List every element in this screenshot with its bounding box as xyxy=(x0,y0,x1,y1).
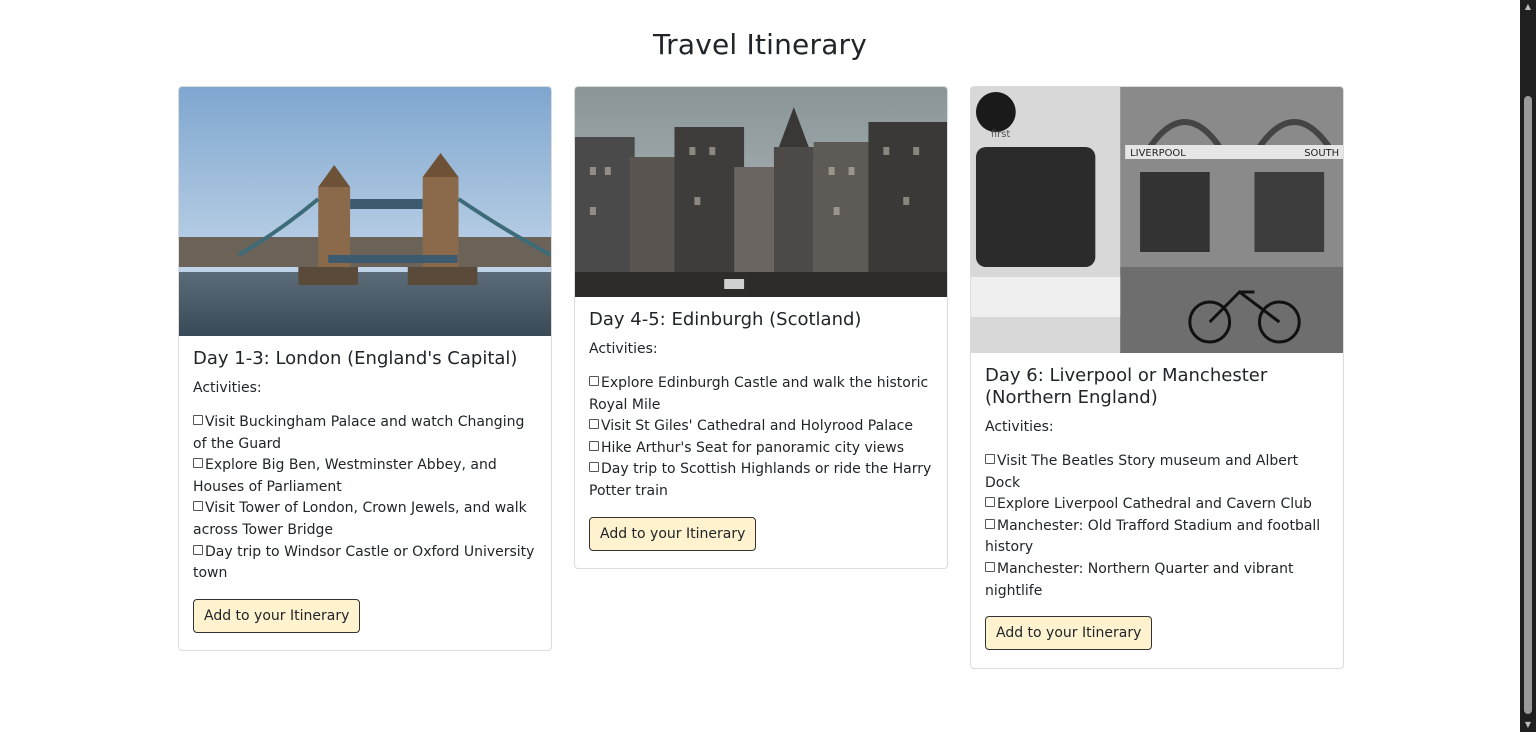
activity-item[interactable]: Explore Big Ben, Westminster Abbey, and … xyxy=(193,455,537,498)
activity-item[interactable]: Manchester: Northern Quarter and vibrant… xyxy=(985,559,1329,602)
bus-text: first xyxy=(991,129,1011,140)
activity-item[interactable]: Day trip to Scottish Highlands or ride t… xyxy=(589,459,933,502)
activities-label: Activities: xyxy=(985,419,1054,435)
scroll-down-arrow-icon[interactable]: ▼ xyxy=(1520,718,1536,732)
itinerary-card-liverpool: LIVERPOOL SOUTH first Day 6: Liverpool o… xyxy=(970,86,1344,669)
checkbox-icon[interactable] xyxy=(589,419,599,430)
itinerary-card-edinburgh: Day 4-5: Edinburgh (Scotland) Activities… xyxy=(574,86,948,569)
checkbox-icon[interactable] xyxy=(985,518,995,529)
itinerary-card-london: Day 1-3: London (England's Capital) Acti… xyxy=(178,86,552,651)
add-to-itinerary-button[interactable]: Add to your Itinerary xyxy=(985,616,1153,651)
activities-list: Visit Buckingham Palace and watch Changi… xyxy=(193,412,537,585)
activities-list: Explore Edinburgh Castle and walk the hi… xyxy=(589,373,933,503)
activity-item[interactable]: Day trip to Windsor Castle or Oxford Uni… xyxy=(193,542,537,585)
activity-item[interactable]: Hike Arthur's Seat for panoramic city vi… xyxy=(589,438,933,460)
checkbox-icon[interactable] xyxy=(589,462,599,473)
tower-bridge-image xyxy=(179,87,551,336)
sign-text-south: SOUTH xyxy=(1304,148,1339,159)
activity-item[interactable]: Visit The Beatles Story museum and Alber… xyxy=(985,451,1329,494)
checkbox-icon[interactable] xyxy=(193,458,203,469)
activities-label: Activities: xyxy=(193,380,262,396)
checkbox-icon[interactable] xyxy=(193,544,203,555)
card-title: Day 1-3: London (England's Capital) xyxy=(193,348,518,369)
card-title: Day 4-5: Edinburgh (Scotland) xyxy=(589,309,862,330)
checkbox-icon[interactable] xyxy=(589,376,599,386)
card-body: Day 4-5: Edinburgh (Scotland) Activities… xyxy=(575,297,947,565)
edinburgh-image xyxy=(575,87,947,297)
checkbox-icon[interactable] xyxy=(193,501,203,512)
sign-text-liverpool: LIVERPOOL xyxy=(1130,148,1186,159)
activity-item[interactable]: Manchester: Old Trafford Stadium and foo… xyxy=(985,516,1329,559)
add-to-itinerary-button[interactable]: Add to your Itinerary xyxy=(589,516,757,551)
activity-item[interactable]: Visit Buckingham Palace and watch Changi… xyxy=(193,412,537,455)
checkbox-icon[interactable] xyxy=(193,415,203,425)
scrollbar[interactable]: ▲ ▼ xyxy=(1520,0,1536,732)
card-body: Day 1-3: London (England's Capital) Acti… xyxy=(179,336,551,647)
checkbox-icon[interactable] xyxy=(985,561,995,572)
activities-label: Activities: xyxy=(589,341,658,357)
activity-item[interactable]: Visit Tower of London, Crown Jewels, and… xyxy=(193,498,537,541)
scroll-up-arrow-icon[interactable]: ▲ xyxy=(1520,0,1536,14)
checkbox-icon[interactable] xyxy=(985,454,995,464)
activities-list: Visit The Beatles Story museum and Alber… xyxy=(985,451,1329,602)
scroll-thumb[interactable] xyxy=(1524,96,1532,714)
liverpool-image: LIVERPOOL SOUTH first xyxy=(971,87,1343,353)
card-title: Day 6: Liverpool or Manchester (Northern… xyxy=(985,365,1268,408)
activity-item[interactable]: Visit St Giles' Cathedral and Holyrood P… xyxy=(589,416,933,438)
card-body: Day 6: Liverpool or Manchester (Northern… xyxy=(971,353,1343,664)
checkbox-icon[interactable] xyxy=(589,440,599,451)
page: Travel Itinerary Day 1-3: London (Englan… xyxy=(0,0,1520,732)
page-title: Travel Itinerary xyxy=(652,28,868,61)
add-to-itinerary-button[interactable]: Add to your Itinerary xyxy=(193,598,361,633)
checkbox-icon[interactable] xyxy=(985,497,995,508)
activity-item[interactable]: Explore Edinburgh Castle and walk the hi… xyxy=(589,373,933,416)
activity-item[interactable]: Explore Liverpool Cathedral and Cavern C… xyxy=(985,494,1329,516)
